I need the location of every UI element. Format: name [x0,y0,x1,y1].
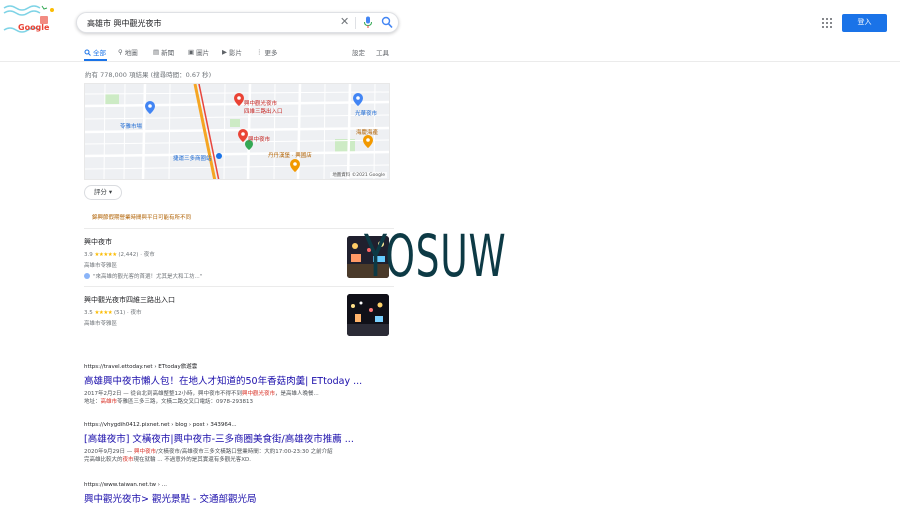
snippet-highlight: 高雄市 [100,399,118,405]
result-snippet: 2017年2月2日 — 從台北到高雄整整12小時，興中夜市不得不到興中觀光夜市，… [84,390,384,406]
watermark-text: YOSUW [364,222,507,290]
video-icon: ▶ [222,48,227,56]
snippet-text: 完高雄比較大的 [84,457,123,463]
apps-grid-icon[interactable] [822,18,832,28]
transit-icon[interactable] [216,153,222,159]
snippet-text: 現在就輪 ... 不過意外的是其實還有多觀光客XD. [133,457,252,463]
tab-more[interactable]: ⋮ 更多 [256,47,278,57]
search-icon[interactable] [381,16,393,29]
snippet-highlight: 夜市 [122,457,134,463]
snippet-text: ，是高雄人晚餐... [275,391,319,397]
tab-maps[interactable]: ⚲ 地圖 [118,47,138,57]
rating-value: 3.5 [84,310,93,316]
result-url[interactable]: https://vhygdih0412.pixnet.net › blog › … [84,422,384,428]
review-count: (2,442) [118,252,139,258]
map-label-station: 捷運三多商圈站 [173,156,212,162]
category: · 夜市 [140,252,155,258]
holiday-hours-note: 錦興節假期營業時間與平日可能有所不同 [92,215,192,221]
result-title-link[interactable]: [高雄夜市] 文橫夜市|興中夜市-三多商圈美食街/高雄夜市推薦 ... [84,431,384,445]
map-label-guanghua: 光華夜市 [355,111,378,117]
web-result-1: https://travel.ettoday.net › ETtoday旅遊雲 … [84,362,384,406]
map-label-city-hall: 苓雅市場 [120,124,143,130]
tab-settings-label: 設定 [352,49,365,57]
map-preview[interactable]: 興中觀光夜市 四維三路出入口 興中夜市 光華夜市 苓雅市場 捷運三多商圈站 丹丹… [84,83,390,180]
snippet-text: /文橫夜市/高雄夜市三多文橫路口營業時間：大約17:00-23:30 之前介紹 [156,449,333,455]
star-rating-icon: ★★★★★ [94,252,118,258]
tab-news[interactable]: ▤ 新聞 [153,47,174,57]
news-icon: ▤ [153,48,160,56]
rating-value: 3.9 [84,252,93,258]
result-title-link[interactable]: 興中觀光夜市> 觀光景點 - 交通部觀光局 [84,491,384,505]
image-icon: ▣ [188,48,195,56]
result-url[interactable]: https://travel.ettoday.net › ETtoday旅遊雲 [84,362,384,370]
web-result-3: https://www.taiwan.net.tw › ... 興中觀光夜市> … [84,482,384,505]
map-label-xingzhong: 興中夜市 [248,137,271,143]
rating-filter-chip[interactable]: 評分 ▾ [84,185,122,200]
result-url[interactable]: https://www.taiwan.net.tw › ... [84,482,384,488]
tab-videos-label: 影片 [229,49,242,57]
header: Google ✕ 登入 [0,0,900,42]
result-stats: 約有 778,000 項結果 (搜尋時間：0.67 秒) [85,71,212,79]
map-credit: 地圖資料 ©2021 Google [330,172,387,178]
local-result-photo[interactable] [347,294,389,336]
map-label-cafe: 海慶海產 [356,130,379,136]
review-snippet: "來高雄的觀光客的首選！尤其是大和工坊..." [93,274,203,280]
map-label-shop: 丹丹漢堡 · 興國店 [268,153,312,159]
more-vert-icon: ⋮ [256,48,263,56]
tab-news-label: 新聞 [161,49,175,57]
tab-maps-label: 地圖 [124,49,138,57]
map-pin-icon: ⚲ [118,48,123,56]
map-label-night-market: 興中觀光夜市 [244,101,278,107]
divider [84,228,394,229]
avatar [84,273,90,279]
category: · 夜市 [127,310,142,316]
tabs-divider [0,61,900,62]
snippet-text: 從台北到高雄整整12小時，興中夜市不得不到 [130,391,243,397]
snippet-date: 2020年9月29日 — [84,449,134,455]
search-icon [84,49,91,56]
tab-images[interactable]: ▣ 圖片 [188,47,209,57]
search-input[interactable] [87,16,327,30]
clear-icon[interactable]: ✕ [340,15,349,28]
tab-tools-label: 工具 [376,49,389,57]
rating-filter-label: 評分 [93,188,107,196]
logo-text: Google [18,23,50,32]
divider [84,286,394,287]
snippet-highlight: 興中夜市 [134,449,157,455]
sign-in-button[interactable]: 登入 [842,14,887,32]
tab-tools[interactable]: 工具 [376,47,389,57]
tab-more-label: 更多 [264,49,278,57]
review-count: (51) [113,310,126,316]
tab-videos[interactable]: ▶ 影片 [222,47,242,57]
map-graphic [85,84,389,179]
search-separator [355,17,356,29]
result-snippet: 2020年9月29日 — 興中夜市/文橫夜市/高雄夜市三多文橫路口營業時間：大約… [84,448,384,464]
tab-images-label: 圖片 [196,49,210,57]
web-result-2: https://vhygdih0412.pixnet.net › blog › … [84,422,384,464]
mic-icon[interactable] [363,16,373,29]
snippet-text: 地址： [84,399,101,405]
snippet-text: 苓雅區三多三路，文橫二路交叉口電話：0978-293813 [117,399,254,405]
dropdown-arrow-icon: ▾ [108,188,113,196]
result-title-link[interactable]: 高雄興中夜市懶人包！在地人才知道的50年香菇肉羹| ETtoday ... [84,373,384,387]
snippet-date: 2017年2月2日 — [84,391,131,397]
tab-settings[interactable]: 設定 [352,47,365,57]
google-doodle-logo[interactable]: Google [2,2,64,36]
search-box[interactable]: ✕ [76,12,399,33]
snippet-highlight: 興中觀光夜市 [242,391,276,397]
tab-all[interactable]: 全部 [84,47,106,57]
map-label-entrance: 四維三路出入口 [244,109,283,115]
star-rating-icon: ★★★★ [94,310,113,316]
tab-all-label: 全部 [93,49,106,57]
